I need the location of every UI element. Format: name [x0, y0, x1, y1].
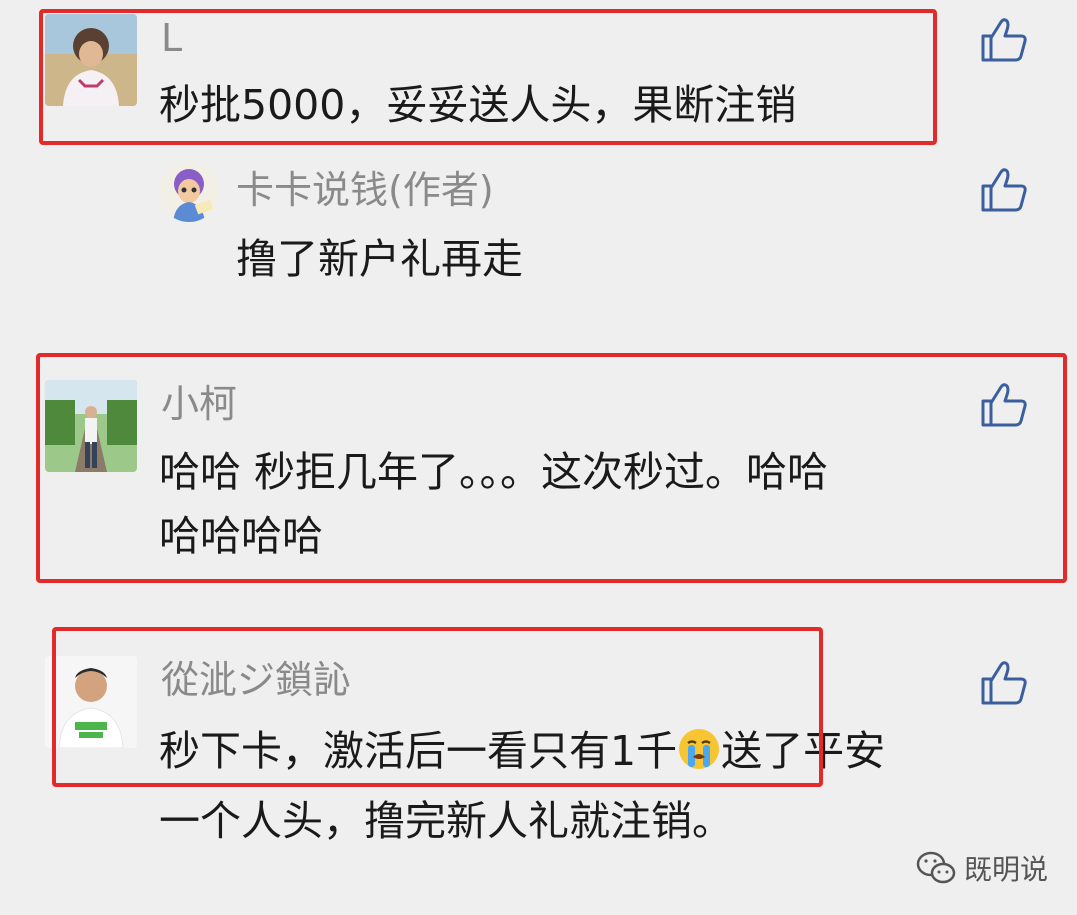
comment-text: 撸了新户礼再走: [236, 235, 523, 283]
watermark-label: 既明说: [964, 853, 1049, 886]
comment-author[interactable]: 卡卡说钱(作者): [236, 168, 494, 212]
thumbs-up-icon[interactable]: [979, 659, 1029, 707]
thumbs-up-icon[interactable]: [979, 166, 1029, 214]
highlight-box: [36, 353, 1067, 583]
comment-text: 一个人头，撸完新人礼就注销。: [159, 797, 733, 845]
wechat-icon: [916, 851, 956, 885]
highlight-box: [39, 9, 937, 145]
avatar[interactable]: [159, 162, 219, 222]
watermark: 既明说: [916, 848, 1048, 888]
thumbs-up-icon[interactable]: [979, 16, 1029, 64]
highlight-box: [52, 627, 823, 787]
